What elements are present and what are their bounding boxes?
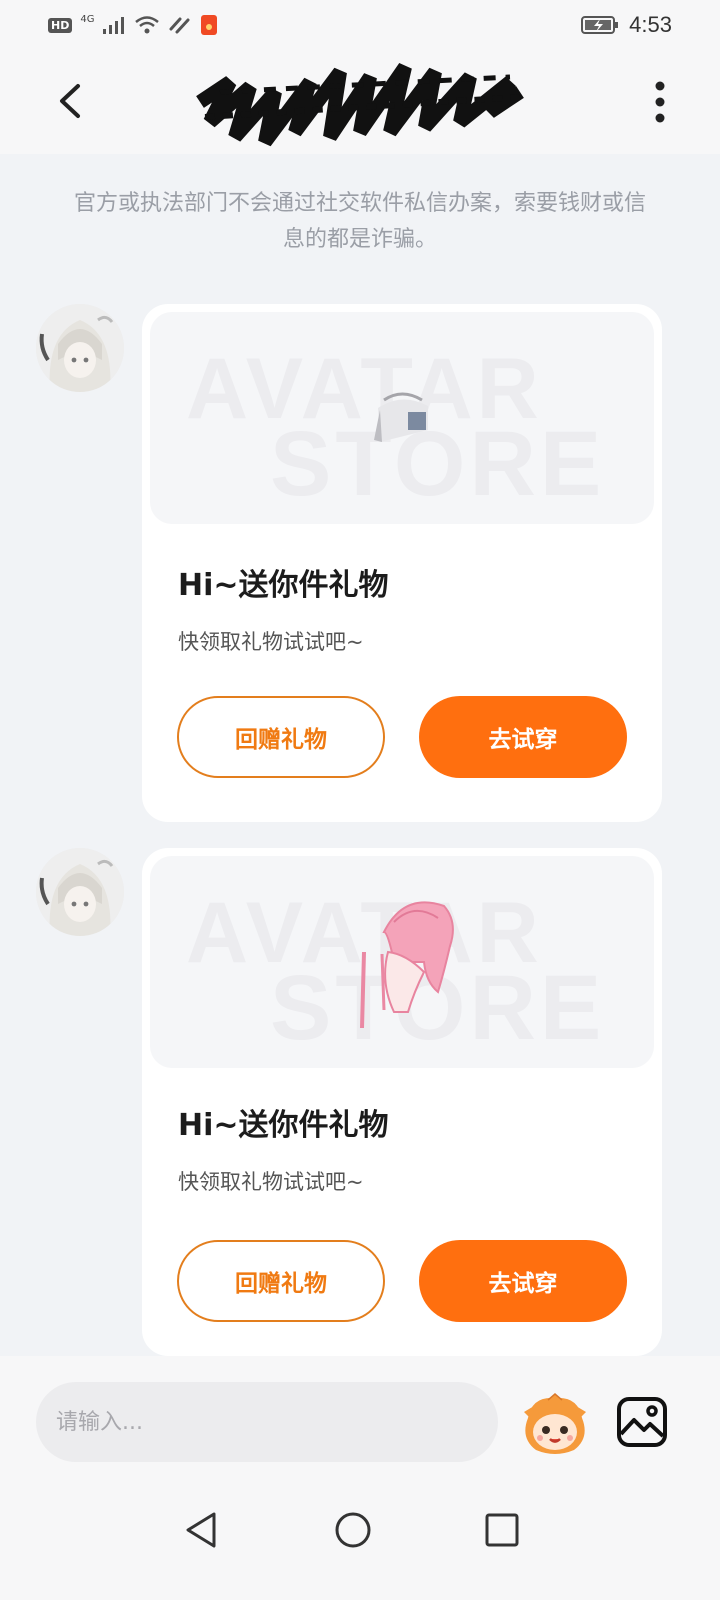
anime-avatar-image [36, 848, 124, 936]
gift-card: AVATAR STORE Hi~送你件礼物 快领取礼物试试吧~ 回赠礼物 去试穿 [142, 304, 662, 822]
network-type-label: 4G [80, 13, 95, 25]
back-arrow-icon [60, 84, 80, 118]
gift-subtitle: 快领取礼物试试吧~ [178, 630, 364, 654]
gift-preview: AVATAR STORE [150, 312, 654, 524]
status-right: 4:53 [581, 12, 672, 38]
anime-avatar-image [36, 304, 124, 392]
pink-hair-item-icon [360, 901, 454, 1029]
try-on-button[interactable]: 去试穿 [419, 1240, 627, 1322]
watermark-bottom: STORE [270, 413, 606, 515]
gift-subtitle: 快领取礼物试试吧~ [178, 1170, 364, 1194]
gift-preview: AVATAR STORE [150, 856, 654, 1068]
nav-back-button[interactable] [182, 1510, 222, 1550]
status-left: HD 4G [48, 14, 218, 36]
sticker-button[interactable] [522, 1392, 588, 1456]
status-time: 4:53 [629, 12, 672, 37]
message-input[interactable] [36, 1382, 498, 1462]
gift-title: Hi~送你件礼物 [178, 568, 389, 603]
more-vertical-icon [655, 81, 665, 123]
gift-card: AVATAR STORE Hi~送你件礼物 快领取礼物试试吧~ 回赠礼物 去试穿 [142, 848, 662, 1356]
sender-avatar[interactable] [36, 848, 124, 936]
image-picker-icon [617, 1397, 667, 1447]
return-gift-button[interactable]: 回赠礼物 [177, 1240, 385, 1322]
battery-charging-icon [581, 16, 619, 34]
nav-recents-button[interactable] [482, 1510, 522, 1550]
image-picker-button[interactable] [616, 1396, 668, 1448]
back-button[interactable] [50, 78, 90, 124]
anti-fraud-notice: 官方或执法部门不会通过社交软件私信办案，索要钱财或信息的都是诈骗。 [73, 191, 646, 252]
try-on-button[interactable]: 去试穿 [419, 696, 627, 778]
circle-home-icon [335, 1512, 371, 1548]
triangle-back-icon [186, 1512, 216, 1548]
sender-avatar[interactable] [36, 304, 124, 392]
signal-icon [103, 17, 125, 34]
hd-badge: HD [48, 17, 73, 33]
nav-home-button[interactable] [333, 1510, 373, 1550]
system-nav-bar [0, 1476, 720, 1600]
return-gift-button[interactable]: 回赠礼物 [177, 696, 385, 778]
gift-title: Hi~送你件礼物 [178, 1108, 389, 1143]
square-recents-icon [485, 1513, 519, 1547]
app-notification-icon [201, 15, 218, 35]
hat-item-icon [374, 392, 428, 442]
more-options-button[interactable] [650, 80, 670, 124]
mascot-emoji-icon [524, 1393, 586, 1454]
composer-bar [0, 1356, 720, 1476]
no-disturb-icon [169, 17, 190, 34]
redacted-contact-name [190, 42, 540, 152]
redaction-scribble [196, 63, 524, 147]
chat-header [0, 50, 720, 154]
wifi-icon [135, 16, 160, 34]
